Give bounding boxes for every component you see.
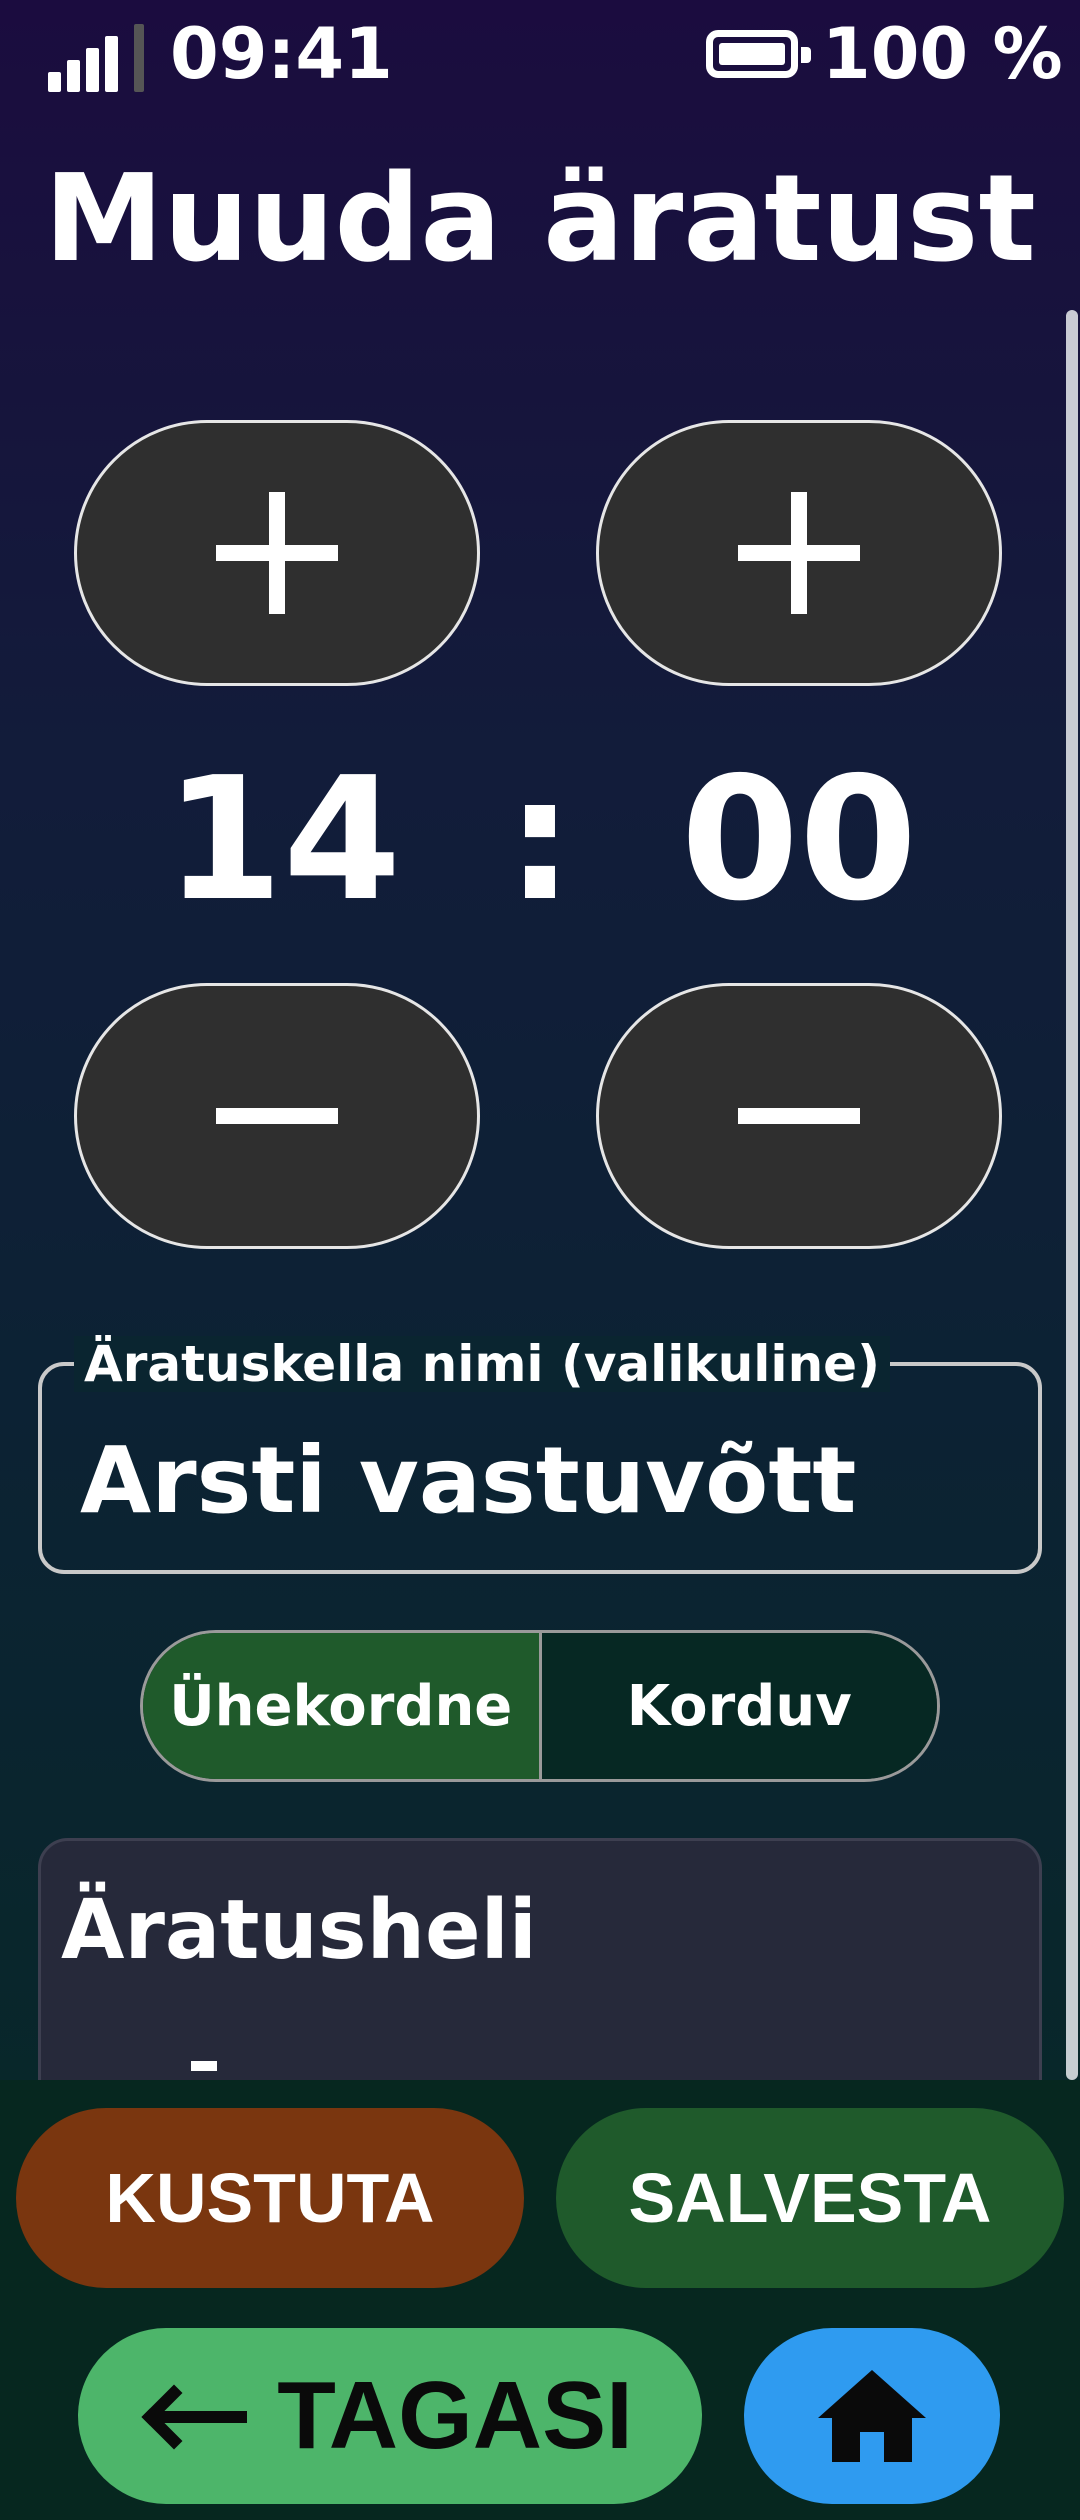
page-title: Muuda äratust bbox=[44, 150, 1036, 289]
save-button[interactable]: SALVESTA bbox=[556, 2108, 1064, 2288]
alarm-sound-card[interactable]: Äratusheli bbox=[38, 1838, 1042, 2080]
delete-button[interactable]: KUSTUTA bbox=[16, 2108, 524, 2288]
alarm-sound-title: Äratusheli bbox=[61, 1883, 537, 1978]
hour-decrement-button[interactable] bbox=[74, 983, 480, 1249]
minus-icon bbox=[738, 1055, 860, 1177]
scroll-content[interactable]: Muuda äratust 14 : 00 Äratuskella nimi (… bbox=[0, 0, 1080, 2080]
plus-icon bbox=[216, 492, 338, 614]
home-icon bbox=[818, 2370, 926, 2462]
sound-content-partial bbox=[191, 2061, 217, 2071]
plus-icon bbox=[738, 492, 860, 614]
minute-increment-button[interactable] bbox=[596, 420, 1002, 686]
segment-one-time[interactable]: Ühekordne bbox=[143, 1633, 542, 1779]
repeat-toggle[interactable]: Ühekordne Korduv bbox=[140, 1630, 940, 1782]
minute-value: 00 bbox=[680, 741, 918, 939]
segment-recurring[interactable]: Korduv bbox=[541, 1633, 937, 1779]
alarm-name-label: Äratuskella nimi (valikuline) bbox=[74, 1336, 890, 1392]
time-separator: : bbox=[506, 741, 574, 939]
arrow-left-icon bbox=[141, 2384, 248, 2450]
alarm-name-field[interactable]: Äratuskella nimi (valikuline) Arsti vast… bbox=[38, 1336, 1042, 1574]
minus-icon bbox=[216, 1055, 338, 1177]
alarm-name-value[interactable]: Arsti vastuvõtt bbox=[80, 1426, 856, 1536]
scrollbar[interactable] bbox=[1066, 310, 1078, 2080]
back-button[interactable]: TAGASI bbox=[78, 2328, 702, 2504]
hour-increment-button[interactable] bbox=[74, 420, 480, 686]
back-button-label: TAGASI bbox=[277, 2362, 633, 2469]
minute-decrement-button[interactable] bbox=[596, 983, 1002, 1249]
hour-value: 14 bbox=[164, 741, 402, 939]
home-button[interactable] bbox=[744, 2328, 1000, 2504]
bottom-action-bar: KUSTUTA SALVESTA TAGASI bbox=[0, 2080, 1080, 2520]
